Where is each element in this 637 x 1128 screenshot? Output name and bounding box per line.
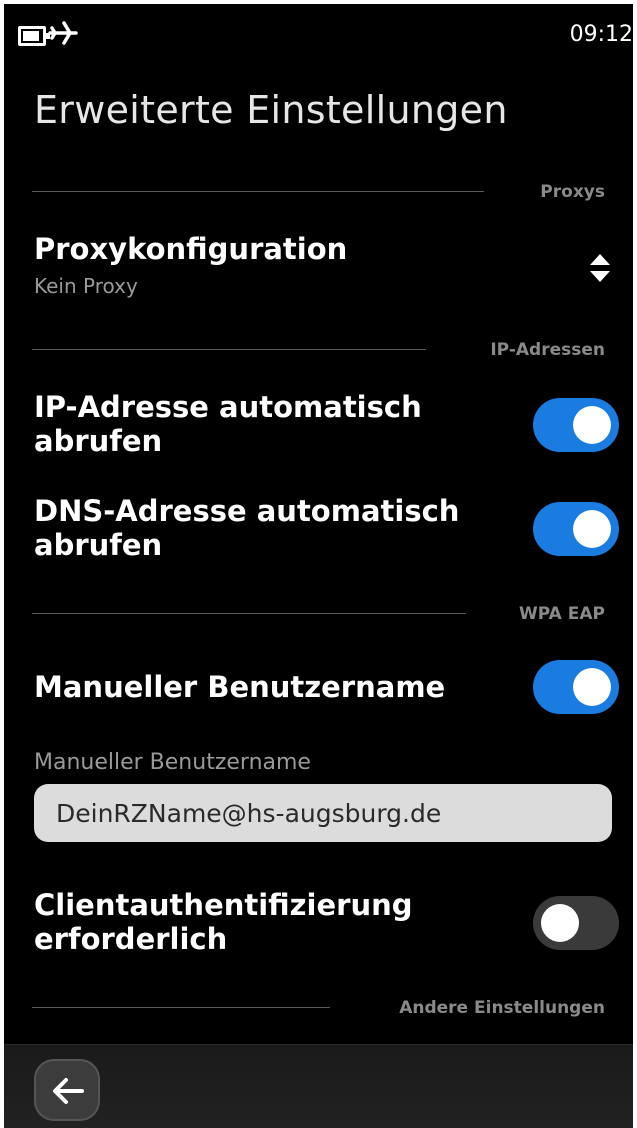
manual-username-toggle[interactable] [533, 660, 619, 714]
username-field-label: Manueller Benutzername [34, 750, 311, 775]
back-arrow-icon [53, 1078, 84, 1104]
client-auth-label: Clientauthentifizierung erforderlich [34, 888, 413, 956]
app-screen: 09:12 Erweiterte Einstellungen Proxys Pr… [4, 4, 633, 1128]
section-divider [32, 1007, 330, 1008]
client-auth-label-line1: Clientauthentifizierung [34, 888, 413, 922]
section-divider [32, 191, 484, 192]
section-divider [32, 349, 426, 350]
status-bar: 09:12 [4, 4, 633, 68]
section-divider [32, 613, 466, 614]
up-down-arrows-icon[interactable] [589, 252, 611, 284]
proxy-config-title: Proxykonfiguration [34, 232, 348, 266]
toggle-knob [573, 510, 611, 548]
section-label: Proxys [540, 182, 605, 202]
client-auth-label-line2: erforderlich [34, 922, 228, 956]
username-input[interactable] [34, 784, 612, 842]
ip-auto-label: IP-Adresse automatisch abrufen [34, 390, 422, 458]
section-label: Andere Einstellungen [399, 998, 605, 1018]
section-header-proxys: Proxys [32, 182, 605, 202]
manual-username-label: Manueller Benutzername [34, 670, 446, 704]
dns-auto-label-line1: DNS-Adresse automatisch [34, 494, 460, 528]
dns-auto-label: DNS-Adresse automatisch abrufen [34, 494, 459, 562]
toggle-knob [541, 904, 579, 942]
status-time: 09:12 [569, 22, 633, 47]
ip-auto-label-line2: abrufen [34, 424, 163, 458]
client-auth-toggle[interactable] [533, 896, 619, 950]
toggle-knob [573, 406, 611, 444]
ip-auto-label-line1: IP-Adresse automatisch [34, 390, 422, 424]
airplane-icon [48, 21, 78, 45]
page-title: Erweiterte Einstellungen [34, 88, 508, 132]
battery-icon [18, 26, 50, 46]
bottom-toolbar [4, 1044, 633, 1128]
section-label: IP-Adressen [490, 340, 605, 360]
section-header-ip-addresses: IP-Adressen [32, 340, 605, 360]
section-label: WPA EAP [519, 604, 605, 624]
back-button[interactable] [34, 1059, 100, 1121]
dns-auto-label-line2: abrufen [34, 528, 163, 562]
ip-auto-toggle[interactable] [533, 398, 619, 452]
toggle-knob [573, 668, 611, 706]
section-header-wpa-eap: WPA EAP [32, 604, 605, 624]
section-header-other-settings: Andere Einstellungen [32, 998, 605, 1018]
proxy-config-value: Kein Proxy [34, 274, 138, 298]
dns-auto-toggle[interactable] [533, 502, 619, 556]
